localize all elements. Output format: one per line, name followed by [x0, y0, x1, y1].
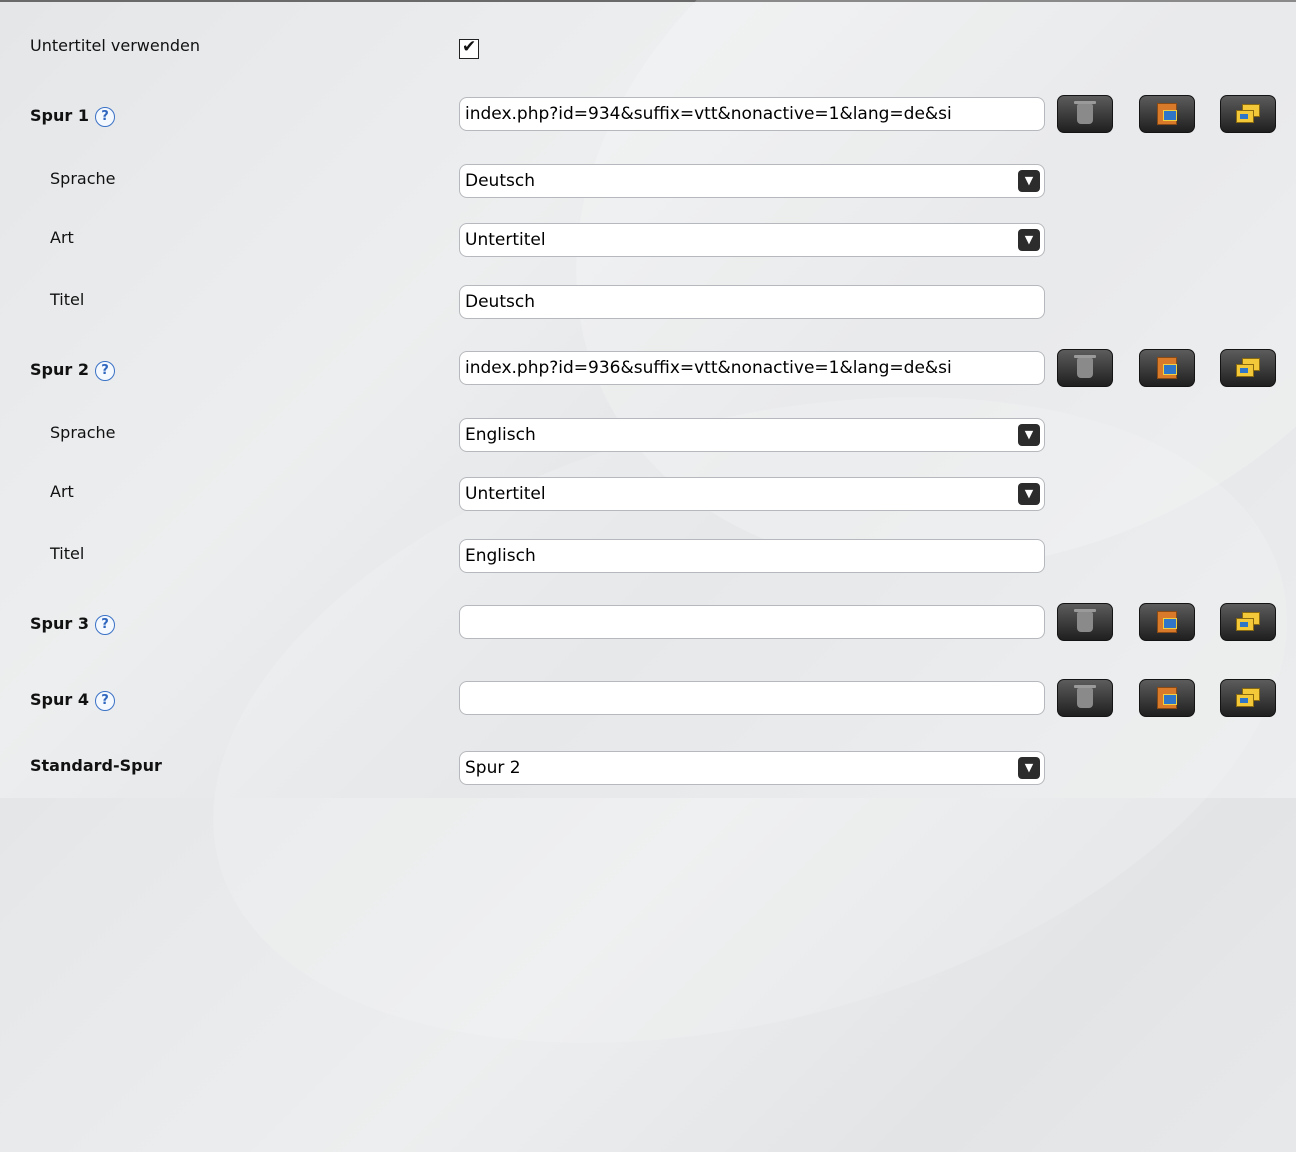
track-1-kind-select[interactable]: Untertitel ▼ — [459, 223, 1045, 257]
use-subtitles-checkbox[interactable]: ✔ — [459, 37, 479, 59]
trash-icon — [1074, 355, 1096, 378]
track-2-kind-label: Art — [50, 482, 74, 501]
track-1-language-select[interactable]: Deutsch ▼ — [459, 164, 1045, 198]
track-3-browse-button[interactable] — [1139, 603, 1195, 641]
track-2-language-select[interactable]: Englisch ▼ — [459, 418, 1045, 452]
track-4-url-input[interactable] — [459, 681, 1045, 715]
file-browse-icon — [1157, 103, 1177, 125]
chevron-down-icon: ▼ — [1018, 757, 1040, 779]
track-4-browse-button[interactable] — [1139, 679, 1195, 717]
track-2-label: Spur 2 — [30, 360, 89, 379]
track-2-title-label: Titel — [50, 544, 85, 563]
track-2-delete-button[interactable] — [1057, 349, 1113, 387]
server-files-icon — [1236, 358, 1260, 378]
default-track-label: Standard-Spur — [30, 756, 162, 775]
track-1-kind-label: Art — [50, 228, 74, 247]
server-files-icon — [1236, 104, 1260, 124]
checkmark-icon: ✔ — [462, 37, 477, 57]
chevron-down-icon: ▼ — [1018, 424, 1040, 446]
track-1-language-label: Sprache — [50, 169, 116, 188]
track-1-title-input[interactable]: Deutsch — [459, 285, 1045, 319]
track-2-title-input[interactable]: Englisch — [459, 539, 1045, 573]
track-2-url-input[interactable]: index.php?id=936&suffix=vtt&nonactive=1&… — [459, 351, 1045, 385]
track-2-language-label: Sprache — [50, 423, 116, 442]
track-1-title-label: Titel — [50, 290, 85, 309]
track-3-delete-button[interactable] — [1057, 603, 1113, 641]
chevron-down-icon: ▼ — [1018, 483, 1040, 505]
trash-icon — [1074, 101, 1096, 124]
chevron-down-icon: ▼ — [1018, 229, 1040, 251]
track-4-server-files-button[interactable] — [1220, 679, 1276, 717]
track-2-server-files-button[interactable] — [1220, 349, 1276, 387]
track-1-server-files-button[interactable] — [1220, 95, 1276, 133]
track-1-delete-button[interactable] — [1057, 95, 1113, 133]
use-subtitles-row: Untertitel verwenden — [0, 30, 1296, 70]
trash-icon — [1074, 609, 1096, 632]
help-icon[interactable]: ? — [94, 614, 115, 635]
track-2-browse-button[interactable] — [1139, 349, 1195, 387]
use-subtitles-label: Untertitel verwenden — [30, 36, 201, 55]
help-icon[interactable]: ? — [94, 106, 115, 127]
track-1-url-input[interactable]: index.php?id=934&suffix=vtt&nonactive=1&… — [459, 97, 1045, 131]
track-4-label: Spur 4 — [30, 690, 89, 709]
server-files-icon — [1236, 688, 1260, 708]
trash-icon — [1074, 685, 1096, 708]
default-track-select[interactable]: Spur 2 ▼ — [459, 751, 1045, 785]
help-icon[interactable]: ? — [94, 360, 115, 381]
track-2-kind-select[interactable]: Untertitel ▼ — [459, 477, 1045, 511]
server-files-icon — [1236, 612, 1260, 632]
track-3-url-input[interactable] — [459, 605, 1045, 639]
file-browse-icon — [1157, 611, 1177, 633]
track-1-browse-button[interactable] — [1139, 95, 1195, 133]
track-4-delete-button[interactable] — [1057, 679, 1113, 717]
file-browse-icon — [1157, 357, 1177, 379]
chevron-down-icon: ▼ — [1018, 170, 1040, 192]
file-browse-icon — [1157, 687, 1177, 709]
help-icon[interactable]: ? — [94, 690, 115, 711]
track-3-server-files-button[interactable] — [1220, 603, 1276, 641]
track-3-label: Spur 3 — [30, 614, 89, 633]
track-1-label: Spur 1 — [30, 106, 89, 125]
